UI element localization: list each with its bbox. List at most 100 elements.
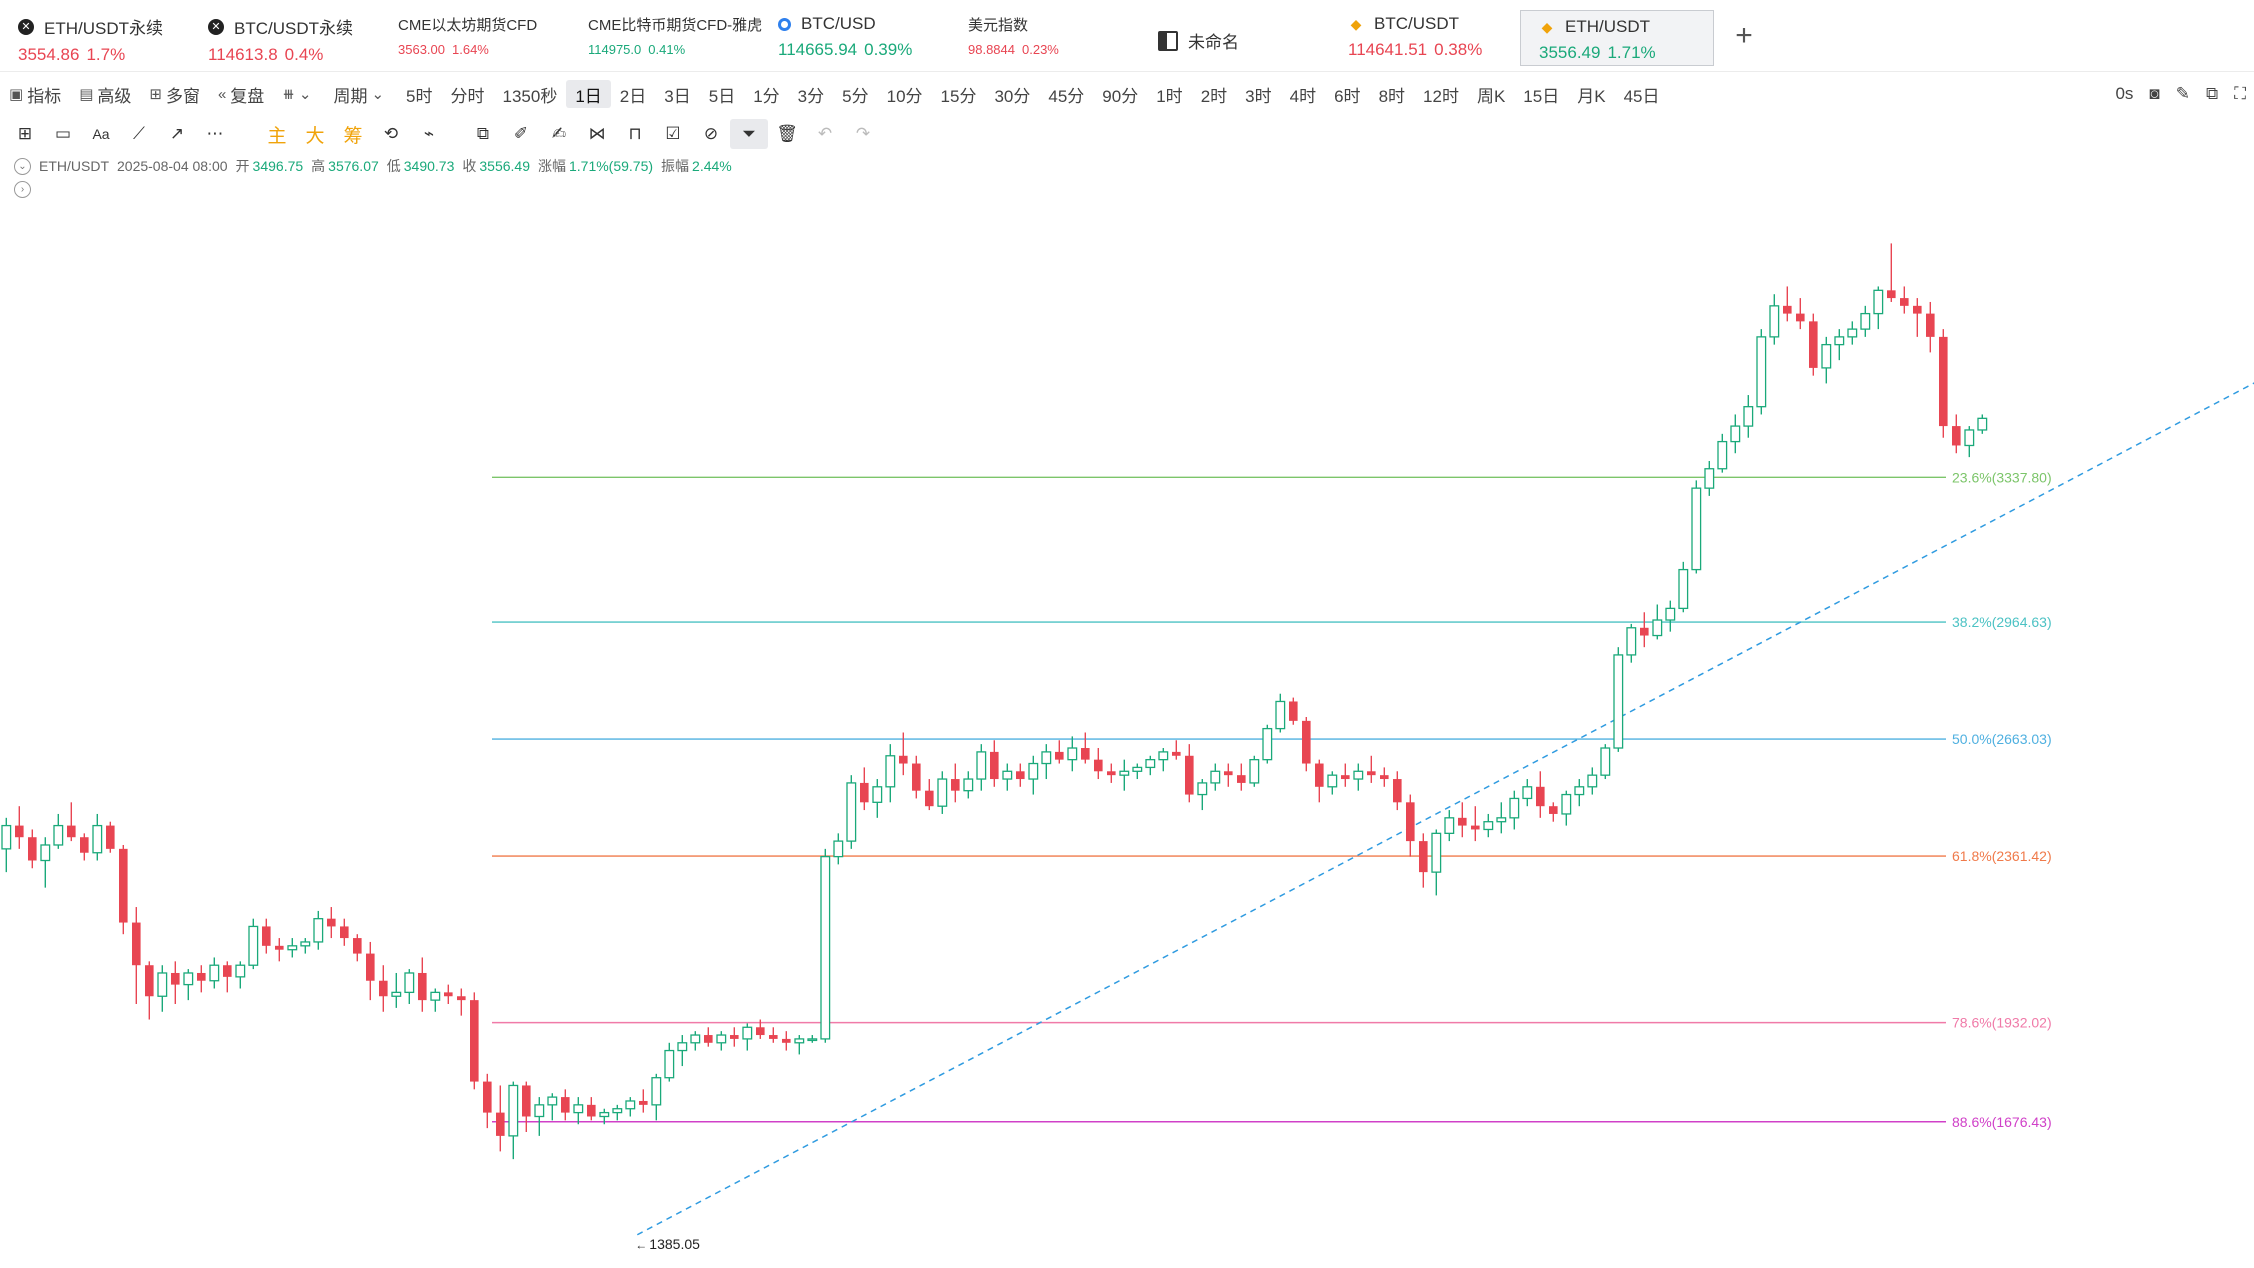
candle-body[interactable] [690, 1034, 701, 1044]
candle-body[interactable] [1081, 748, 1090, 760]
candle-body[interactable] [1809, 321, 1818, 368]
popout-icon[interactable]: ⧉ [2198, 80, 2226, 108]
candle-body[interactable] [53, 824, 64, 846]
main-chart-button[interactable]: 主 [258, 119, 296, 149]
undo-icon[interactable]: ↶ [806, 119, 844, 149]
candle-body[interactable] [1536, 786, 1545, 807]
candle-body[interactable] [561, 1097, 570, 1113]
candle-body[interactable] [1119, 770, 1130, 776]
period-button[interactable]: 周期 ⌄ [324, 80, 397, 108]
candle-body[interactable] [1249, 759, 1260, 784]
interval-button[interactable]: 5时 [397, 80, 441, 108]
redo-icon[interactable]: ↷ [844, 119, 882, 149]
candle-body[interactable] [1952, 426, 1961, 446]
candle-body[interactable] [846, 782, 857, 842]
candle-body[interactable] [990, 751, 999, 780]
candle-body[interactable] [1873, 289, 1884, 315]
candle-body[interactable] [1860, 312, 1871, 330]
candle-body[interactable] [651, 1077, 662, 1106]
candle-body[interactable] [404, 972, 415, 994]
line-icon[interactable]: ⟋ [120, 119, 158, 149]
candle-body[interactable] [67, 825, 76, 838]
symbol-tab[interactable]: CME以太坊期货CFD 3563.00 1.64% [380, 0, 570, 72]
candle-body[interactable] [1224, 771, 1233, 776]
candle-body[interactable] [1483, 821, 1494, 831]
candle-body[interactable] [1678, 568, 1689, 610]
candle-body[interactable] [1, 824, 12, 850]
candle-body[interactable] [1327, 774, 1338, 788]
interval-button[interactable]: 5分 [833, 80, 877, 108]
candle-body[interactable] [794, 1038, 805, 1044]
lock-icon[interactable]: ⊓ [616, 119, 654, 149]
interval-button[interactable]: 45日 [1615, 80, 1669, 108]
candle-body[interactable] [80, 837, 89, 853]
interval-button[interactable]: 6时 [1325, 80, 1369, 108]
candle-body[interactable] [1158, 751, 1169, 761]
price-chart[interactable]: 23.6%(3337.80) 38.2%(2964.63) 50.0%(2663.0… [0, 190, 2254, 1268]
candle-body[interactable] [1704, 468, 1715, 489]
candle-body[interactable] [1613, 654, 1624, 749]
candle-body[interactable] [833, 840, 844, 858]
candle-body[interactable] [872, 786, 883, 803]
candle-body[interactable] [28, 837, 37, 861]
candle-body[interactable] [860, 782, 869, 803]
symbol-tab[interactable]: 美元指数 98.8844 0.23% [950, 0, 1140, 72]
symbol-tab[interactable]: ✕ BTC/USDT永续 114613.8 0.4% [190, 0, 380, 72]
candle-body[interactable] [1302, 720, 1311, 764]
candle-body[interactable] [287, 945, 298, 951]
candle-body[interactable] [756, 1027, 765, 1036]
candle-body[interactable] [730, 1035, 739, 1039]
candle-body[interactable] [1185, 755, 1194, 795]
candle-body[interactable] [1509, 797, 1520, 819]
candle-body[interactable] [1834, 336, 1845, 346]
multi-window-button[interactable]: ⊞ 多窗 [140, 80, 209, 108]
add-tab-button[interactable]: + [1714, 0, 1774, 71]
candle-body[interactable] [1549, 806, 1558, 814]
candle-body[interactable] [470, 1000, 479, 1082]
candle-body[interactable] [1055, 751, 1064, 760]
candle-body[interactable] [430, 991, 441, 1001]
candle-body[interactable] [1315, 763, 1324, 787]
candle-body[interactable] [1237, 775, 1246, 783]
candle-body[interactable] [1367, 771, 1376, 776]
candle-body[interactable] [119, 848, 128, 923]
interval-button[interactable]: 5日 [700, 80, 744, 108]
hide-icon[interactable]: ⊘ [692, 119, 730, 149]
candle-body[interactable] [1665, 607, 1676, 621]
candle-body[interactable] [522, 1085, 531, 1117]
filter-icon[interactable]: ⏷ [730, 119, 768, 149]
candle-body[interactable] [157, 972, 168, 997]
symbol-tab[interactable]: ◆ ETH/USDT 3556.49 1.71% [1520, 10, 1714, 66]
symbol-tab[interactable]: CME比特币期货CFD-雅虎 114975.0 0.41% [570, 0, 762, 72]
camera-icon[interactable]: ◙ [2141, 80, 2167, 108]
candle-body[interactable] [1041, 751, 1052, 765]
candle-body[interactable] [1783, 305, 1792, 314]
candle-body[interactable] [1107, 771, 1116, 776]
candle-body[interactable] [677, 1042, 688, 1052]
candle-body[interactable] [820, 855, 831, 1040]
interval-button[interactable]: 10分 [878, 80, 932, 108]
candle-body[interactable] [912, 763, 921, 791]
candle-body[interactable] [366, 953, 375, 981]
candle-body[interactable] [1289, 701, 1298, 721]
interval-button[interactable]: 3时 [1236, 80, 1280, 108]
candle-body[interactable] [1275, 700, 1286, 730]
candle-body[interactable] [1691, 487, 1702, 571]
interval-button[interactable]: 3日 [655, 80, 699, 108]
candle-body[interactable] [1939, 336, 1948, 427]
symbol-tab[interactable]: 未命名 [1140, 0, 1330, 72]
candle-body[interactable] [235, 964, 246, 978]
candle-body[interactable] [1640, 627, 1649, 636]
candle-body[interactable] [547, 1096, 558, 1106]
symbol-tab[interactable]: BTC/USD 114665.94 0.39% [760, 0, 950, 72]
sync-draw-icon[interactable]: ⟲ [372, 119, 410, 149]
candle-body[interactable] [587, 1104, 596, 1117]
candle-body[interactable] [885, 755, 896, 788]
candle-body[interactable] [1574, 786, 1585, 796]
candle-body[interactable] [457, 996, 466, 1001]
candle-body[interactable] [1652, 619, 1663, 637]
fullscreen-icon[interactable]: ⛶ [2226, 80, 2254, 108]
candle-body[interactable] [1821, 343, 1832, 369]
candle-body[interactable] [248, 925, 259, 966]
candle-body[interactable] [1197, 782, 1208, 796]
